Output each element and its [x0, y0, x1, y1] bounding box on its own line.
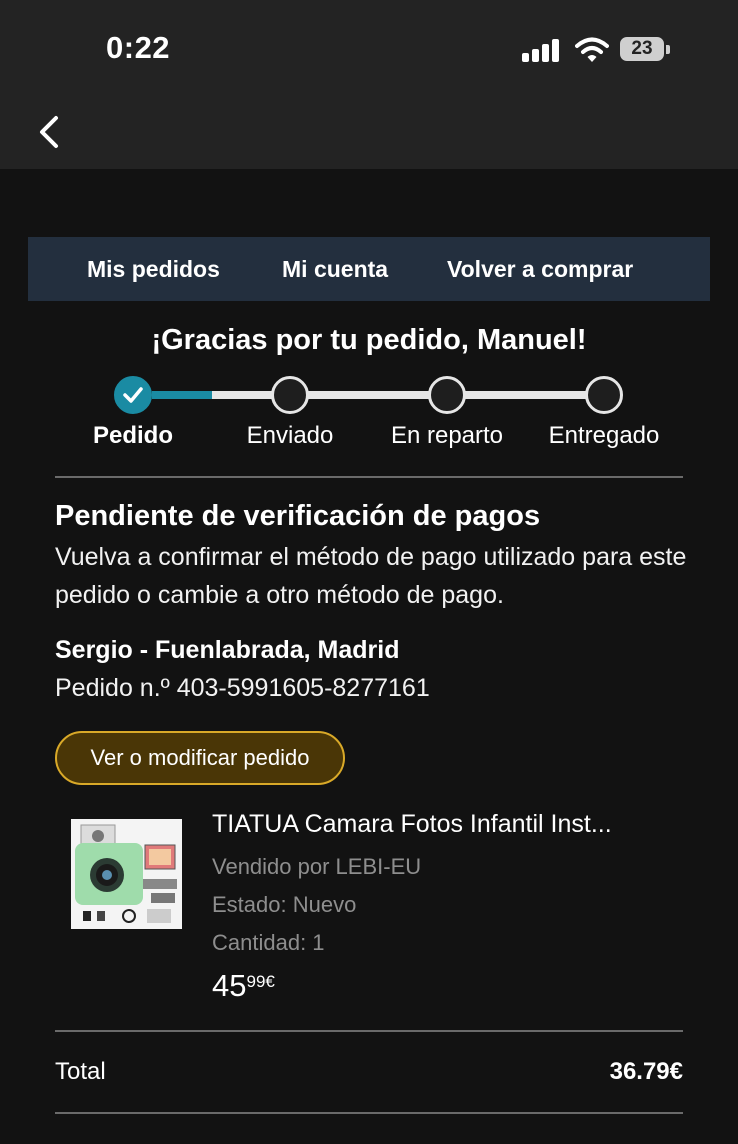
step-label-pedido: Pedido: [92, 422, 173, 449]
status-bar: 0:22 23: [0, 0, 738, 100]
cellular-signal-icon: [522, 38, 562, 62]
page-title: ¡Gracias por tu pedido, Manuel!: [151, 324, 587, 356]
view-modify-order-button[interactable]: Ver o modificar pedido: [55, 731, 345, 785]
wifi-icon: [575, 37, 609, 62]
total-value: 36.79€: [609, 1058, 683, 1085]
battery-icon: 23: [620, 37, 672, 63]
product-title[interactable]: TIATUA Camara Fotos Infantil Inst...: [212, 810, 612, 839]
payment-status-description: Vuelva a confirmar el método de pago uti…: [55, 543, 687, 609]
product-image[interactable]: [71, 819, 182, 929]
step-circle-enviado: [271, 376, 309, 414]
nav-volver-a-comprar[interactable]: Volver a comprar: [447, 237, 633, 301]
product-quantity: Cantidad: 1: [212, 930, 325, 955]
nav-mi-cuenta[interactable]: Mi cuenta: [282, 237, 388, 301]
step-label-entregado: Entregado: [548, 422, 660, 449]
shipping-address: Sergio - Fuenlabrada, Madrid: [55, 636, 400, 664]
divider: [55, 476, 683, 478]
battery-level: 23: [631, 38, 653, 59]
progress-line-done: [152, 391, 212, 399]
order-number: Pedido n.º 403-5991605-8277161: [55, 674, 430, 702]
order-nav-bar: Mis pedidos Mi cuenta Volver a comprar: [28, 237, 710, 301]
step-check-icon: [114, 376, 152, 414]
step-circle-entregado: [585, 376, 623, 414]
order-progress-tracker: Pedido Enviado En reparto Entregado: [0, 370, 738, 460]
step-label-enviado: Enviado: [246, 422, 334, 449]
status-time: 0:22: [106, 30, 171, 65]
chevron-left-icon[interactable]: [36, 108, 66, 156]
navigation-bar: [0, 100, 738, 169]
price-decimal: 99€: [246, 972, 275, 991]
product-condition: Estado: Nuevo: [212, 892, 357, 917]
product-price: 4599€: [212, 968, 275, 1004]
step-label-en-reparto: En reparto: [390, 422, 504, 449]
payment-status-title: Pendiente de verificación de pagos: [55, 500, 541, 532]
divider: [55, 1112, 683, 1114]
step-circle-en-reparto: [428, 376, 466, 414]
total-label: Total: [55, 1058, 106, 1085]
price-integer: 45: [212, 968, 247, 1003]
nav-mis-pedidos[interactable]: Mis pedidos: [87, 237, 220, 301]
divider: [55, 1030, 683, 1032]
product-seller: Vendido por LEBI-EU: [212, 854, 422, 879]
